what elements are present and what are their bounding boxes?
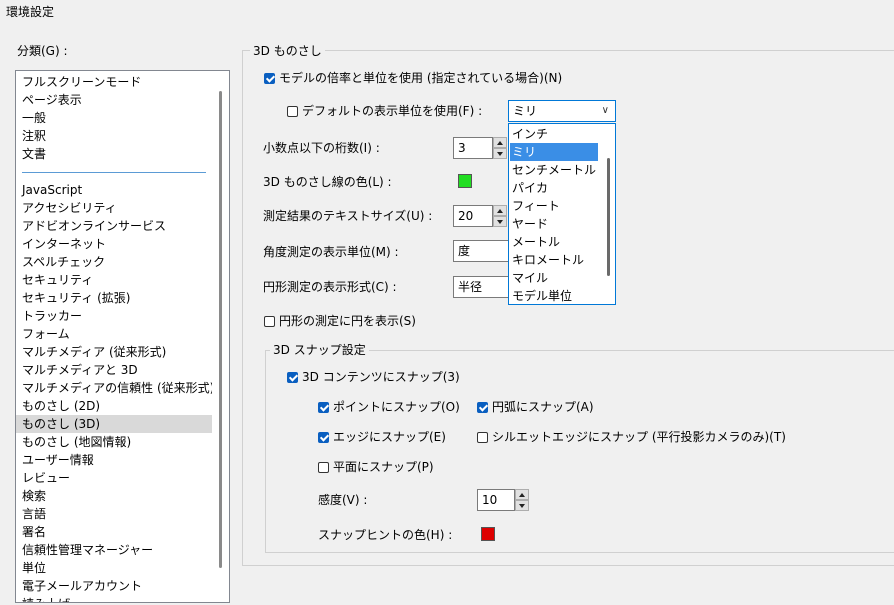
units-dropdown-value: ミリ xyxy=(513,104,538,118)
decimal-up-button[interactable] xyxy=(493,137,507,148)
categories-list[interactable]: フルスクリーンモード ページ表示 一般 注釈 文書 JavaScript アクセシビリティ… xyxy=(15,70,230,603)
units-option[interactable]: キロメートル xyxy=(510,251,598,269)
category-item[interactable]: マルチメディアの信頼性 (従来形式) xyxy=(22,379,214,397)
show-circle-checkbox[interactable] xyxy=(264,316,275,327)
snap-arc-checkbox[interactable] xyxy=(477,402,488,413)
sensitivity-down-button[interactable] xyxy=(515,500,529,511)
category-separator xyxy=(22,172,206,173)
text-size-input[interactable]: 20 xyxy=(453,205,493,227)
angle-dropdown-value: 度 xyxy=(458,244,471,258)
category-item[interactable]: セキュリティ xyxy=(22,271,93,289)
category-item[interactable]: 読み上げ xyxy=(22,595,70,602)
units-option[interactable]: メートル xyxy=(510,233,598,251)
category-item[interactable]: フォーム xyxy=(22,325,70,343)
category-item[interactable]: フルスクリーンモード xyxy=(22,73,141,91)
units-option[interactable]: ミリ xyxy=(510,143,598,161)
category-item[interactable]: 電子メールアカウント xyxy=(22,577,142,595)
category-item[interactable]: セキュリティ (拡張) xyxy=(22,289,130,307)
units-list-scrollbar-thumb[interactable] xyxy=(607,158,610,276)
category-item[interactable]: 文書 xyxy=(22,145,46,163)
units-option[interactable]: モデル単位 xyxy=(510,287,598,304)
categories-label: 分類(G) : xyxy=(17,44,68,58)
category-item[interactable]: 単位 xyxy=(22,559,46,577)
circle-dropdown-value: 半径 xyxy=(458,280,483,294)
units-option[interactable]: インチ xyxy=(510,125,598,143)
category-item[interactable]: ユーザー情報 xyxy=(22,451,94,469)
snap-silhouette-label: シルエットエッジにスナップ (平行投影カメラのみ)(T) xyxy=(492,430,786,444)
sensitivity-input[interactable]: 10 xyxy=(477,489,515,511)
text-size-up-button[interactable] xyxy=(493,205,507,216)
chevron-down-icon: ∨ xyxy=(601,105,609,116)
category-item-selected[interactable]: ものさし (3D) xyxy=(16,415,212,433)
use-default-units-label: デフォルトの表示単位を使用(F) : xyxy=(302,104,483,118)
category-item[interactable]: トラッカー xyxy=(22,307,82,325)
sensitivity-label: 感度(V) : xyxy=(318,493,368,507)
angle-label: 角度測定の表示単位(M) : xyxy=(263,245,399,259)
use-model-scale-label: モデルの倍率と単位を使用 (指定されている場合)(N) xyxy=(279,71,563,85)
sensitivity-up-button[interactable] xyxy=(515,489,529,500)
units-option[interactable]: センチメートル xyxy=(510,161,598,179)
snap-enable-checkbox[interactable] xyxy=(287,372,298,383)
text-size-down-button[interactable] xyxy=(493,216,507,227)
snap-edge-label: エッジにスナップ(E) xyxy=(333,430,446,444)
category-item[interactable]: ページ表示 xyxy=(22,91,82,109)
window-title: 環境設定 xyxy=(6,5,55,19)
sensitivity-stepper[interactable] xyxy=(515,489,529,511)
snap-edge-checkbox[interactable] xyxy=(318,432,329,443)
units-option[interactable]: パイカ xyxy=(510,179,598,197)
hint-color-swatch[interactable] xyxy=(481,527,495,541)
snap-point-checkbox[interactable] xyxy=(318,402,329,413)
ruler3d-group-title: 3D ものさし xyxy=(250,43,325,59)
decimal-stepper[interactable] xyxy=(493,137,507,159)
snap-plane-checkbox[interactable] xyxy=(318,462,329,473)
snap-enable-label: 3D コンテンツにスナップ(3) xyxy=(302,370,460,384)
decimal-label: 小数点以下の桁数(I) : xyxy=(263,141,380,155)
use-default-units-checkbox[interactable] xyxy=(287,106,298,117)
category-item[interactable]: マルチメディアと 3D xyxy=(22,361,138,379)
show-circle-label: 円形の測定に円を表示(S) xyxy=(279,314,416,328)
snap-group-title: 3D スナップ設定 xyxy=(270,342,369,358)
categories-scrollbar-thumb[interactable] xyxy=(219,91,222,568)
category-item[interactable]: レビュー xyxy=(22,469,70,487)
hint-color-label: スナップヒントの色(H) : xyxy=(318,528,453,542)
category-item[interactable]: 注釈 xyxy=(22,127,46,145)
snap-plane-label: 平面にスナップ(P) xyxy=(333,460,434,474)
text-size-label: 測定結果のテキストサイズ(U) : xyxy=(263,209,433,223)
units-option[interactable]: マイル xyxy=(510,269,598,287)
category-item[interactable]: 検索 xyxy=(22,487,46,505)
snap-silhouette-checkbox[interactable] xyxy=(477,432,488,443)
angle-dropdown[interactable]: 度 xyxy=(453,240,513,262)
line-color-swatch[interactable] xyxy=(458,174,472,188)
use-model-scale-checkbox[interactable] xyxy=(264,73,275,84)
category-item[interactable]: ものさし (2D) xyxy=(22,397,100,415)
circle-label: 円形測定の表示形式(C) : xyxy=(263,280,397,294)
categories-scrollbar[interactable] xyxy=(212,71,229,602)
text-size-stepper[interactable] xyxy=(493,205,507,227)
category-item[interactable]: 言語 xyxy=(22,505,46,523)
line-color-label: 3D ものさし線の色(L) : xyxy=(263,175,392,189)
decimal-input[interactable]: 3 xyxy=(453,137,493,159)
units-option[interactable]: フィート xyxy=(510,197,598,215)
category-item[interactable]: ものさし (地図情報) xyxy=(22,433,131,451)
category-item[interactable]: マルチメディア (従来形式) xyxy=(22,343,166,361)
snap-arc-label: 円弧にスナップ(A) xyxy=(492,400,594,414)
category-item[interactable]: アドビオンラインサービス xyxy=(22,217,166,235)
category-item[interactable]: インターネット xyxy=(22,235,106,253)
decimal-down-button[interactable] xyxy=(493,148,507,159)
circle-dropdown[interactable]: 半径 xyxy=(453,276,513,298)
category-item[interactable]: アクセシビリティ xyxy=(22,199,117,217)
category-item[interactable]: 署名 xyxy=(22,523,46,541)
snap-point-label: ポイントにスナップ(O) xyxy=(333,400,460,414)
category-item[interactable]: 信頼性管理マネージャー xyxy=(22,541,153,559)
units-option[interactable]: ヤード xyxy=(510,215,598,233)
category-item[interactable]: スペルチェック xyxy=(22,253,105,271)
category-item[interactable]: JavaScript xyxy=(22,181,82,199)
units-dropdown[interactable]: ミリ ∨ xyxy=(508,100,616,122)
category-item[interactable]: 一般 xyxy=(22,109,46,127)
units-dropdown-list[interactable]: インチ ミリ センチメートル パイカ フィート ヤード メートル キロメートル マイル モデル単位 xyxy=(508,123,616,305)
